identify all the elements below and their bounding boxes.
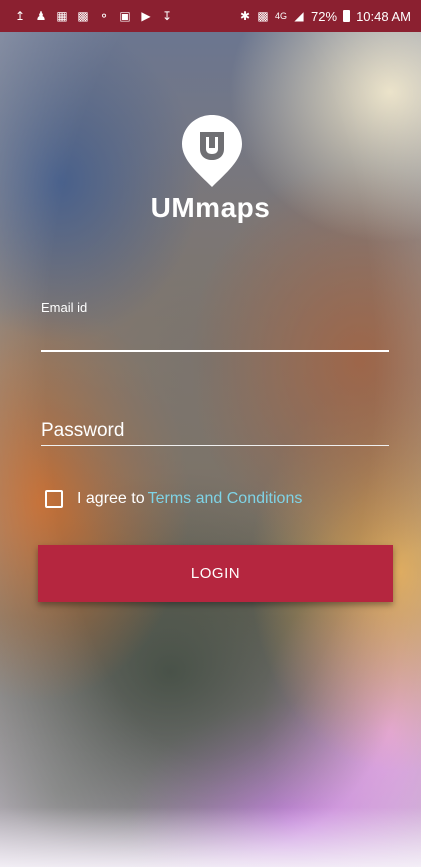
- password-field[interactable]: [41, 416, 389, 446]
- person-icon: ♟: [35, 9, 47, 23]
- network-type: 4G: [275, 11, 288, 21]
- brand-name: UMmaps: [150, 192, 271, 223]
- clock: 10:48 AM: [356, 8, 411, 24]
- terms-link[interactable]: Terms and Conditions: [148, 490, 303, 508]
- terms-checkbox[interactable]: [45, 490, 63, 508]
- bluetooth-icon: ✱: [239, 9, 251, 23]
- lock-icon: ⚬: [98, 9, 110, 23]
- battery-icon: [343, 10, 351, 22]
- gallery-icon: ▣: [119, 9, 131, 23]
- signal-icon: ◢: [294, 9, 304, 23]
- umaps-pin-logo-icon: [182, 115, 242, 187]
- image-icon: ▦: [56, 9, 68, 23]
- video-icon: ▶: [141, 9, 151, 23]
- login-button[interactable]: LOGIN: [38, 545, 393, 602]
- terms-prefix-text: I agree to: [77, 490, 145, 507]
- login-screen: ↥ ♟ ▦ ▩ ⚬ ▣ ▶ ↧ ✱ ▩ 4G ◢ 72% 10:48 AM UM…: [0, 0, 421, 867]
- battery-percent: 72%: [311, 8, 338, 24]
- notification-icons: ↥ ♟ ▦ ▩ ⚬ ▣ ▶ ↧: [14, 10, 173, 22]
- email-field[interactable]: [41, 322, 389, 352]
- nfc-icon: ▩: [257, 9, 269, 23]
- system-status: ✱ ▩ 4G ◢ 72% 10:48 AM: [239, 9, 411, 24]
- status-bar: ↥ ♟ ▦ ▩ ⚬ ▣ ▶ ↧ ✱ ▩ 4G ◢ 72% 10:48 AM: [0, 0, 421, 32]
- email-label: Email id: [41, 300, 88, 315]
- upload-icon: ↥: [14, 9, 26, 23]
- terms-row: I agree to Terms and Conditions: [45, 490, 302, 508]
- download-icon: ↧: [161, 9, 173, 23]
- calendar-icon: ▩: [77, 9, 89, 23]
